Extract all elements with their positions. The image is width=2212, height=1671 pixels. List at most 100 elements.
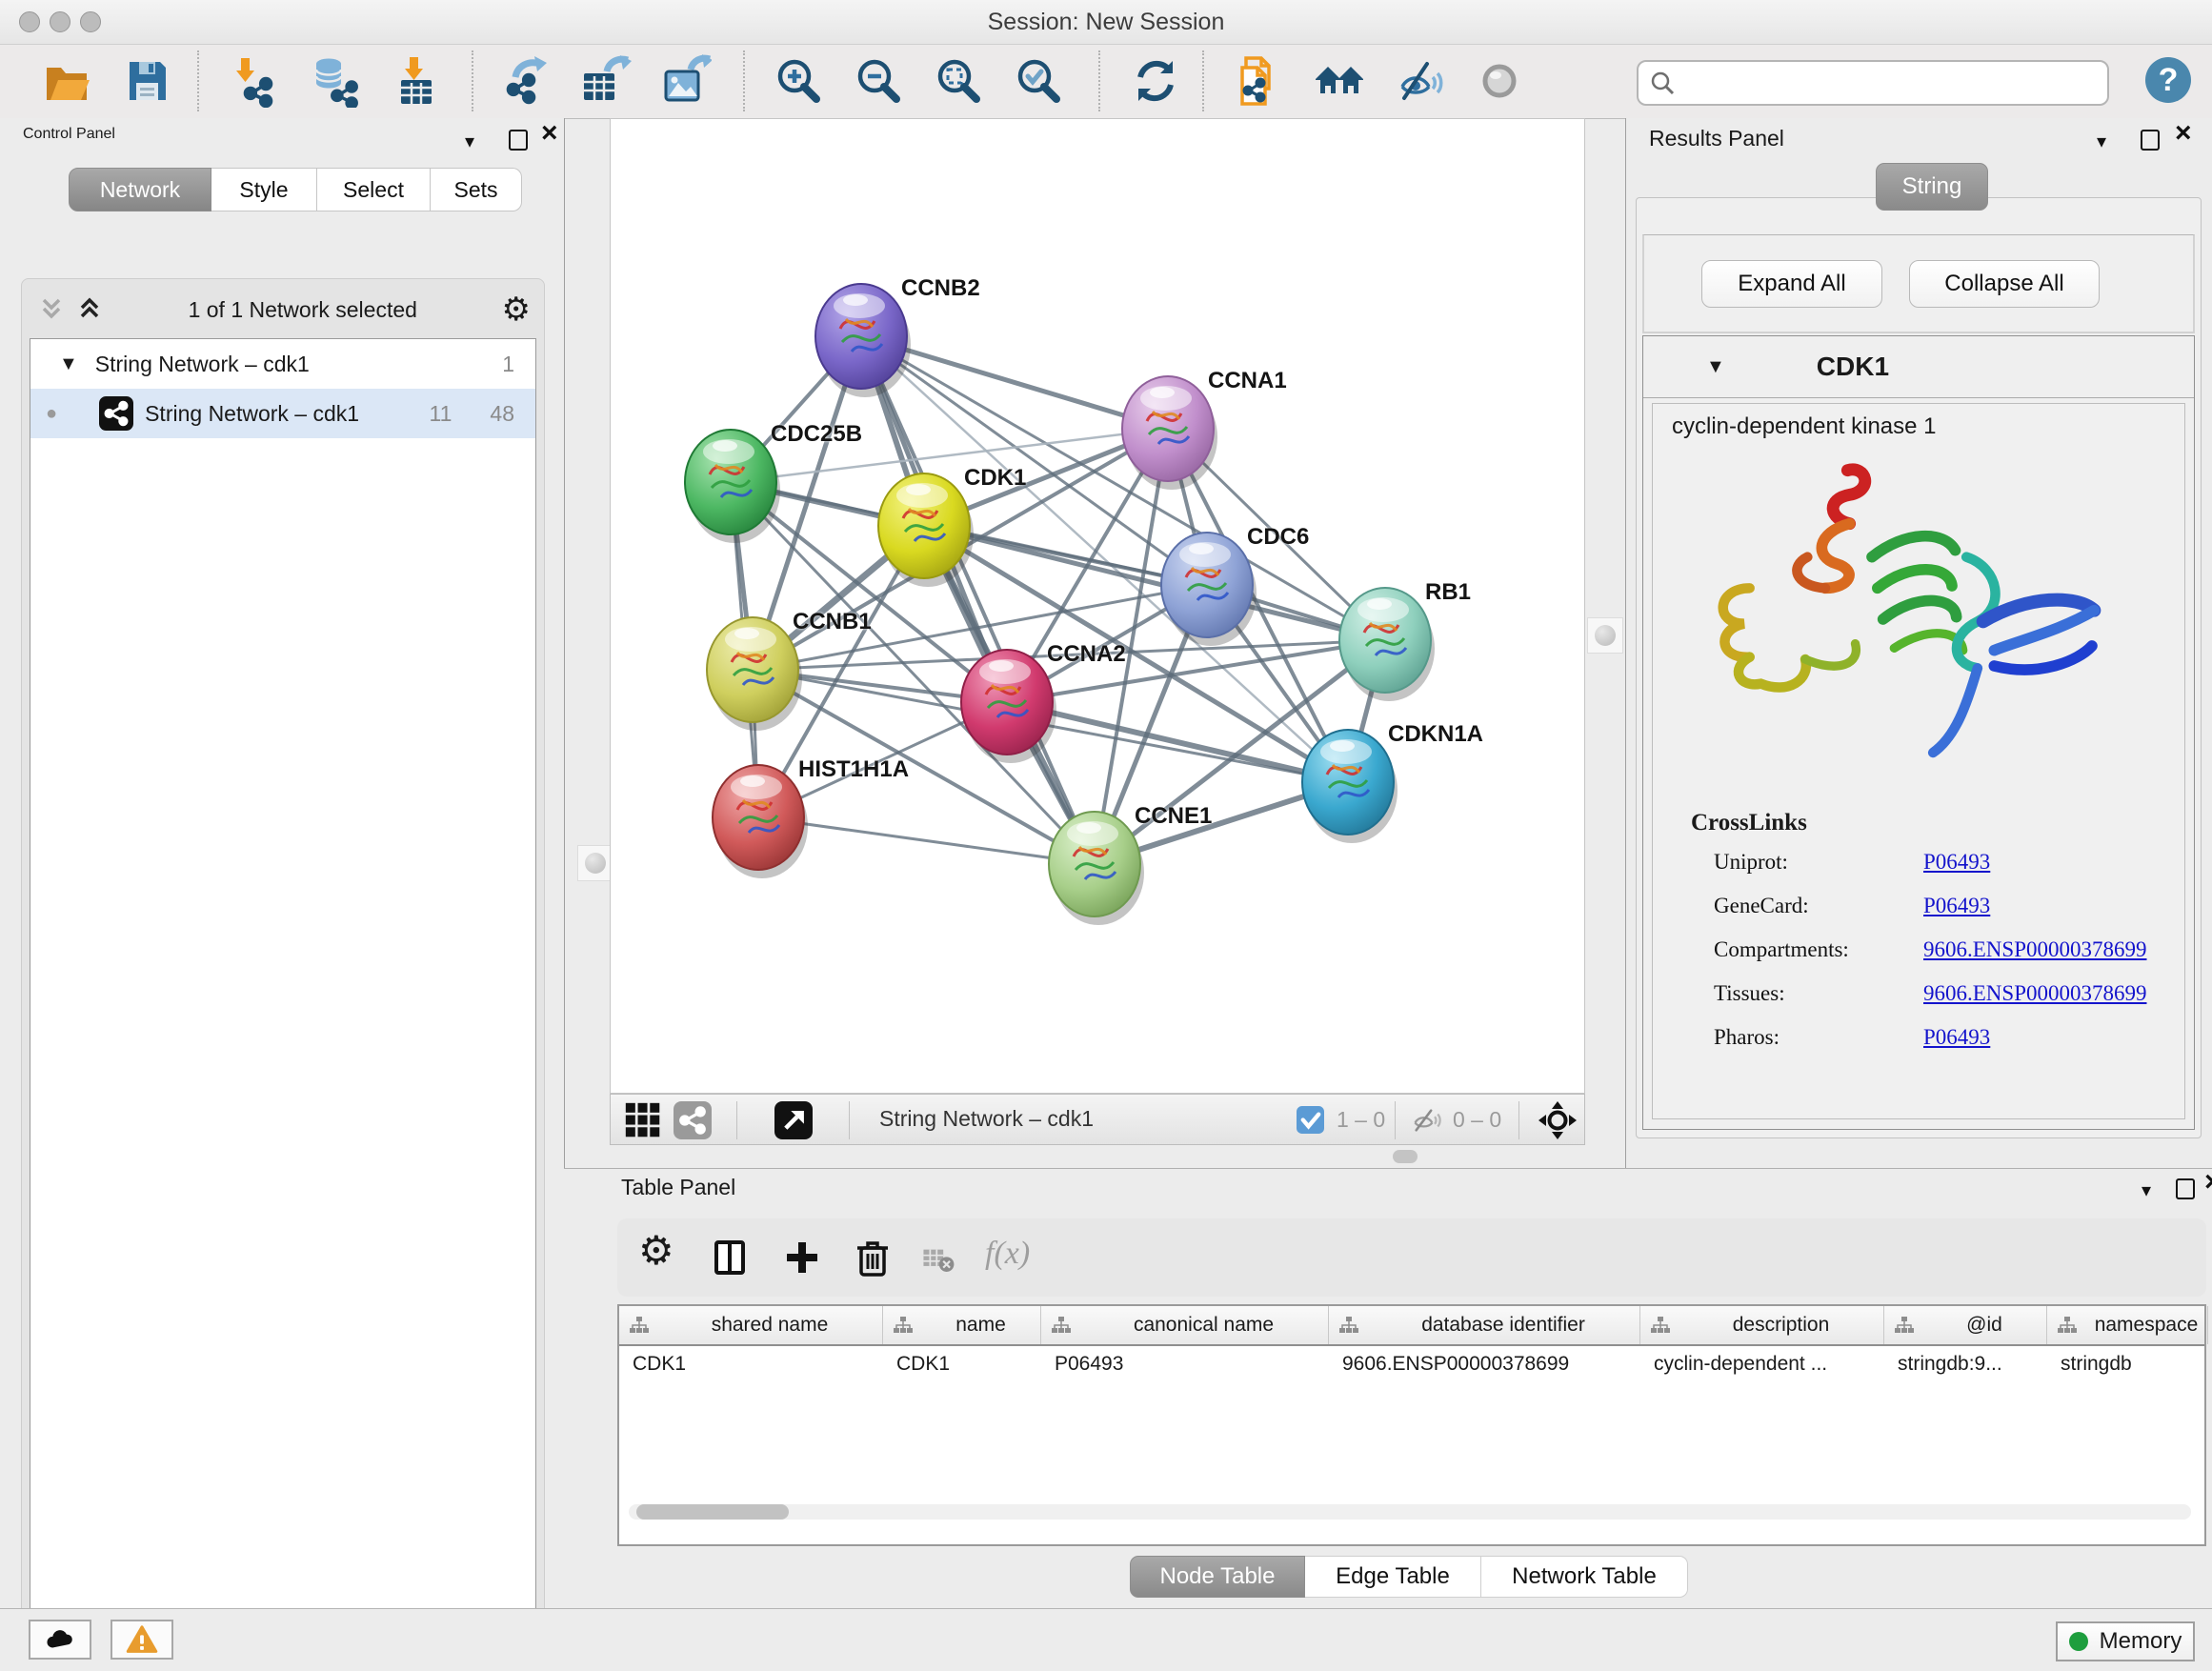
crosslink-link[interactable]: P06493 xyxy=(1923,894,1990,918)
cloud-status-button[interactable] xyxy=(29,1620,91,1660)
horizontal-splitter-handle[interactable] xyxy=(1393,1150,1418,1163)
hide-selected-button[interactable] xyxy=(1393,54,1446,108)
search-box[interactable] xyxy=(1637,60,2109,106)
fit-selected-crosshair-icon[interactable] xyxy=(1537,1099,1579,1146)
node-ccnb2[interactable] xyxy=(815,284,911,397)
network-tree-root-row[interactable]: ▼ String Network – cdk1 1 xyxy=(30,339,535,389)
hidden-eye-icon[interactable] xyxy=(1409,1103,1443,1142)
export-table-button[interactable] xyxy=(578,54,632,108)
refresh-button[interactable] xyxy=(1129,54,1182,108)
node-hist1h1a[interactable] xyxy=(713,765,808,878)
table-cell[interactable]: 9606.ENSP00000378699 xyxy=(1329,1346,1640,1384)
tab-string[interactable]: String xyxy=(1876,163,1988,211)
control-panel-float-icon[interactable] xyxy=(509,130,528,155)
tab-network-table[interactable]: Network Table xyxy=(1481,1556,1688,1598)
memory-button[interactable]: Memory xyxy=(2056,1621,2195,1661)
edge-ccnb2-ccne1[interactable] xyxy=(861,336,1095,864)
crosslink-link[interactable]: P06493 xyxy=(1923,1025,1990,1050)
table-options-gear-icon[interactable]: ⚙ xyxy=(638,1230,680,1272)
create-column-plus-icon[interactable] xyxy=(781,1237,823,1278)
crosslink-link[interactable]: 9606.ENSP00000378699 xyxy=(1923,981,2147,1006)
edge-cdk1-rb1[interactable] xyxy=(924,526,1385,640)
right-splitter-handle[interactable] xyxy=(1587,617,1623,654)
node-cdkn1a[interactable] xyxy=(1302,730,1398,843)
table-panel-close-icon[interactable]: × xyxy=(2204,1173,2212,1196)
first-neighbors-button[interactable] xyxy=(1233,54,1286,108)
birdseye-view-icon[interactable] xyxy=(774,1101,813,1144)
zoom-selected-button[interactable] xyxy=(1012,54,1065,108)
crosslink-link[interactable]: 9606.ENSP00000378699 xyxy=(1923,937,2147,962)
import-table-file-button[interactable] xyxy=(390,54,443,108)
table-cell[interactable]: stringdb xyxy=(2047,1346,2208,1384)
left-splitter-handle[interactable] xyxy=(577,845,613,881)
table-cell[interactable]: cyclin-dependent ... xyxy=(1640,1346,1884,1384)
delete-column-trash-icon[interactable] xyxy=(852,1237,894,1278)
table-cell[interactable]: CDK1 xyxy=(619,1346,883,1384)
table-row[interactable]: CDK1CDK1P064939606.ENSP00000378699cyclin… xyxy=(619,1346,2204,1384)
zoom-in-button[interactable] xyxy=(772,54,825,108)
expand-all-networks-icon[interactable] xyxy=(37,293,66,327)
column-header-namespace[interactable]: namespace xyxy=(2047,1306,2208,1344)
control-panel-close-icon[interactable]: × xyxy=(541,124,558,147)
network-canvas[interactable]: CCNB2CCNA1CDC25BCDK1CDC6RB1CCNB1CCNA2CDK… xyxy=(610,118,1585,1094)
tab-style[interactable]: Style xyxy=(211,168,317,211)
expand-all-button[interactable]: Expand All xyxy=(1701,260,1882,308)
tab-sets[interactable]: Sets xyxy=(431,168,522,211)
results-panel-float-icon[interactable] xyxy=(2141,130,2160,155)
column-header-database-identifier[interactable]: database identifier xyxy=(1329,1306,1640,1344)
show-all-button[interactable] xyxy=(1473,54,1526,108)
column-header-canonical-name[interactable]: canonical name xyxy=(1041,1306,1329,1344)
node-ccne1[interactable] xyxy=(1049,812,1144,925)
table-panel-menu-icon[interactable]: ▾ xyxy=(2142,1178,2151,1202)
results-panel-close-icon[interactable]: × xyxy=(2175,124,2192,147)
collapse-all-button[interactable]: Collapse All xyxy=(1909,260,2100,308)
table-cell[interactable]: stringdb:9... xyxy=(1884,1346,2047,1384)
tab-network[interactable]: Network xyxy=(69,168,211,211)
save-session-button[interactable] xyxy=(120,54,173,108)
collapse-arrow-icon[interactable]: ▼ xyxy=(59,353,78,375)
show-columns-icon[interactable] xyxy=(709,1237,751,1278)
crosslink-link[interactable]: P06493 xyxy=(1923,850,1990,875)
node-cdc25b[interactable] xyxy=(685,430,780,543)
table-horizontal-scrollbar[interactable] xyxy=(629,1504,2191,1520)
warning-status-button[interactable] xyxy=(111,1620,173,1660)
collapse-all-networks-icon[interactable] xyxy=(75,293,104,327)
tab-edge-table[interactable]: Edge Table xyxy=(1305,1556,1481,1598)
tab-node-table[interactable]: Node Table xyxy=(1130,1556,1305,1598)
node-rb1[interactable] xyxy=(1339,588,1435,701)
edge-hist1h1a-ccne1[interactable] xyxy=(758,817,1095,864)
help-button[interactable]: ? xyxy=(2145,57,2191,103)
column-header-description[interactable]: description xyxy=(1640,1306,1884,1344)
node-cdc6[interactable] xyxy=(1161,533,1257,646)
open-file-button[interactable] xyxy=(40,54,93,108)
tab-select[interactable]: Select xyxy=(317,168,431,211)
column-header--id[interactable]: @id xyxy=(1884,1306,2047,1344)
section-collapse-arrow-icon[interactable]: ▼ xyxy=(1706,356,1725,378)
node-ccna1[interactable] xyxy=(1122,376,1217,490)
show-graphics-details-button[interactable] xyxy=(1313,54,1366,108)
network-tree-child-row[interactable]: ● String Network – cdk1 11 48 xyxy=(30,389,535,438)
control-panel-menu-icon[interactable]: ▾ xyxy=(465,130,474,153)
table-panel-float-icon[interactable] xyxy=(2176,1178,2195,1204)
results-panel-menu-icon[interactable]: ▾ xyxy=(2097,130,2106,153)
node-cdk1[interactable] xyxy=(878,473,974,587)
grid-view-icon[interactable] xyxy=(624,1101,662,1144)
import-network-database-button[interactable] xyxy=(310,54,363,108)
selected-checkbox-icon[interactable] xyxy=(1297,1106,1324,1138)
network-options-gear-icon[interactable]: ⚙ xyxy=(502,295,531,324)
node-ccnb1[interactable] xyxy=(707,617,802,731)
string-network-gray-icon[interactable] xyxy=(674,1101,712,1144)
export-image-button[interactable] xyxy=(658,54,712,108)
edge-ccna2-cdkn1a[interactable] xyxy=(1007,702,1348,782)
table-cell[interactable]: P06493 xyxy=(1041,1346,1329,1384)
export-network-button[interactable] xyxy=(498,54,552,108)
column-header-shared-name[interactable]: shared name xyxy=(619,1306,883,1344)
scrollbar-thumb[interactable] xyxy=(636,1504,789,1520)
column-header-name[interactable]: name xyxy=(883,1306,1041,1344)
zoom-fit-button[interactable] xyxy=(932,54,985,108)
import-network-file-button[interactable] xyxy=(230,54,283,108)
zoom-out-button[interactable] xyxy=(852,54,905,108)
node-result-header[interactable]: ▼ CDK1 xyxy=(1643,336,2194,398)
node-ccna2[interactable] xyxy=(961,650,1056,763)
search-input[interactable] xyxy=(1677,65,2107,101)
